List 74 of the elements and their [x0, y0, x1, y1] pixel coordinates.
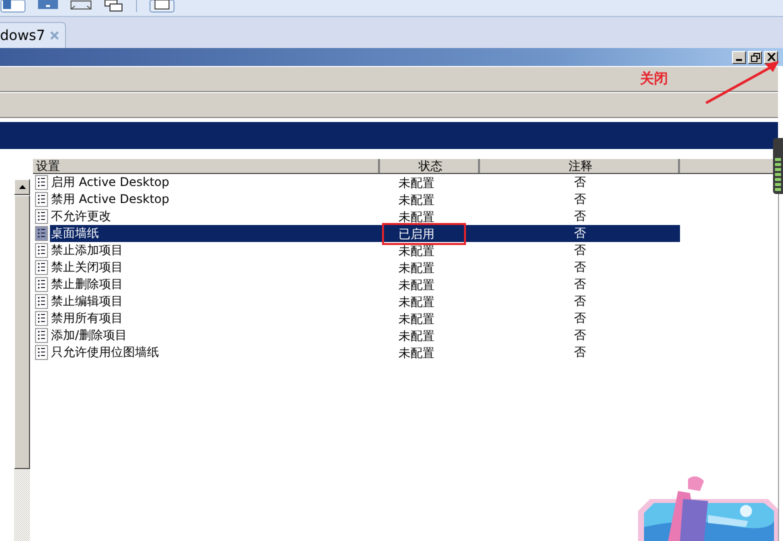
- table-cell-text: 未配置: [397, 174, 436, 192]
- table-cell-text: 否: [573, 208, 588, 225]
- table-cell-text: 否: [573, 344, 588, 361]
- window-icon[interactable]: [149, 0, 175, 14]
- windows-icon[interactable]: [104, 0, 124, 12]
- policy-icon: [33, 294, 50, 309]
- table-cell-text: 只允许使用位图墙纸: [50, 344, 160, 361]
- policy-icon: [33, 311, 50, 326]
- table-cell-text: 否: [573, 327, 588, 344]
- table-row[interactable]: 禁止添加项目 未配置 否: [50, 242, 680, 259]
- table-cell-text: 未配置: [397, 294, 436, 310]
- column-header[interactable]: 注释: [480, 159, 680, 173]
- table-cell-text: 未配置: [397, 344, 436, 362]
- policy-icon: [33, 209, 50, 224]
- table-cell-text: 桌面墙纸: [50, 225, 100, 242]
- up-arrow-icon: [18, 185, 26, 189]
- table-row[interactable]: 禁用所有项目 未配置 否: [50, 310, 680, 327]
- table-row[interactable]: 桌面墙纸 已启用 否: [50, 225, 680, 242]
- table-cell-text: 否: [573, 174, 588, 191]
- table-cell-text: 否: [573, 225, 588, 242]
- close-button[interactable]: [764, 50, 778, 64]
- table-row[interactable]: 只允许使用位图墙纸 未配置 否: [50, 344, 680, 361]
- restore-icon: [750, 52, 760, 62]
- table-cell-text: 未配置: [397, 276, 436, 294]
- table-row[interactable]: 添加/删除项目 未配置 否: [50, 327, 680, 344]
- table-row[interactable]: 禁止关闭项目 未配置 否: [50, 259, 680, 276]
- table-row[interactable]: 不允许更改 未配置 否: [50, 208, 680, 225]
- policy-icon: [33, 277, 50, 292]
- table-cell-text: 否: [573, 310, 588, 327]
- table-cell-text: 未配置: [397, 242, 436, 260]
- table-cell-text: 否: [573, 191, 588, 208]
- table-cell-text: 禁止编辑项目: [50, 293, 124, 310]
- table-cell-text: 未配置: [397, 192, 436, 208]
- table-cell-text: 否: [573, 276, 588, 293]
- policy-icon: [33, 226, 50, 241]
- policy-icon: [33, 260, 50, 275]
- table-row[interactable]: 禁用 Active Desktop 未配置 否: [50, 191, 680, 208]
- table-cell-text: 添加/删除项目: [50, 327, 128, 344]
- close-icon: [766, 53, 776, 61]
- column-header[interactable]: 设置: [33, 159, 380, 173]
- table-cell-text: 禁止删除项目: [50, 276, 124, 293]
- table-cell-text: 未配置: [397, 208, 436, 226]
- scroll-up-button[interactable]: [14, 179, 30, 195]
- policy-icon: [33, 328, 50, 343]
- table-row[interactable]: 禁止编辑项目 未配置 否: [50, 293, 680, 310]
- window-icon[interactable]: [0, 0, 26, 14]
- table-row[interactable]: 启用 Active Desktop 未配置 否: [50, 174, 680, 191]
- policy-icon: [33, 345, 50, 360]
- annotation-label: 关闭: [640, 70, 668, 88]
- table-cell: 已启用: [382, 222, 466, 244]
- resize-icon[interactable]: [70, 0, 92, 12]
- table-cell-text: 未配置: [397, 328, 436, 344]
- column-header[interactable]: 状态: [380, 159, 480, 173]
- table-cell-text: 否: [573, 242, 588, 259]
- minimize-button[interactable]: [732, 50, 746, 64]
- table-row[interactable]: 禁止删除项目 未配置 否: [50, 276, 680, 293]
- scroll-thumb[interactable]: [14, 195, 30, 469]
- window-icon[interactable]: [38, 0, 58, 10]
- policy-icon: [33, 175, 50, 190]
- table-cell-text: 启用 Active Desktop: [50, 174, 170, 191]
- table-cell-text: 否: [573, 293, 588, 310]
- table-cell-text: 禁止关闭项目: [50, 259, 124, 276]
- policy-icon: [33, 192, 50, 207]
- table-cell-text: 否: [573, 259, 588, 276]
- tab[interactable]: dows7: [0, 22, 66, 48]
- table-cell-text: 禁止添加项目: [50, 242, 124, 259]
- restore-button[interactable]: [748, 50, 762, 64]
- table-cell-text: 不允许更改: [50, 208, 112, 225]
- table-cell-text: 未配置: [397, 260, 436, 276]
- table-cell-text: 禁用 Active Desktop: [50, 191, 170, 208]
- table-cell-text: 禁用所有项目: [50, 310, 124, 327]
- policy-icon: [33, 243, 50, 258]
- table-cell-text: 未配置: [397, 310, 436, 328]
- scrollbar[interactable]: [14, 179, 30, 541]
